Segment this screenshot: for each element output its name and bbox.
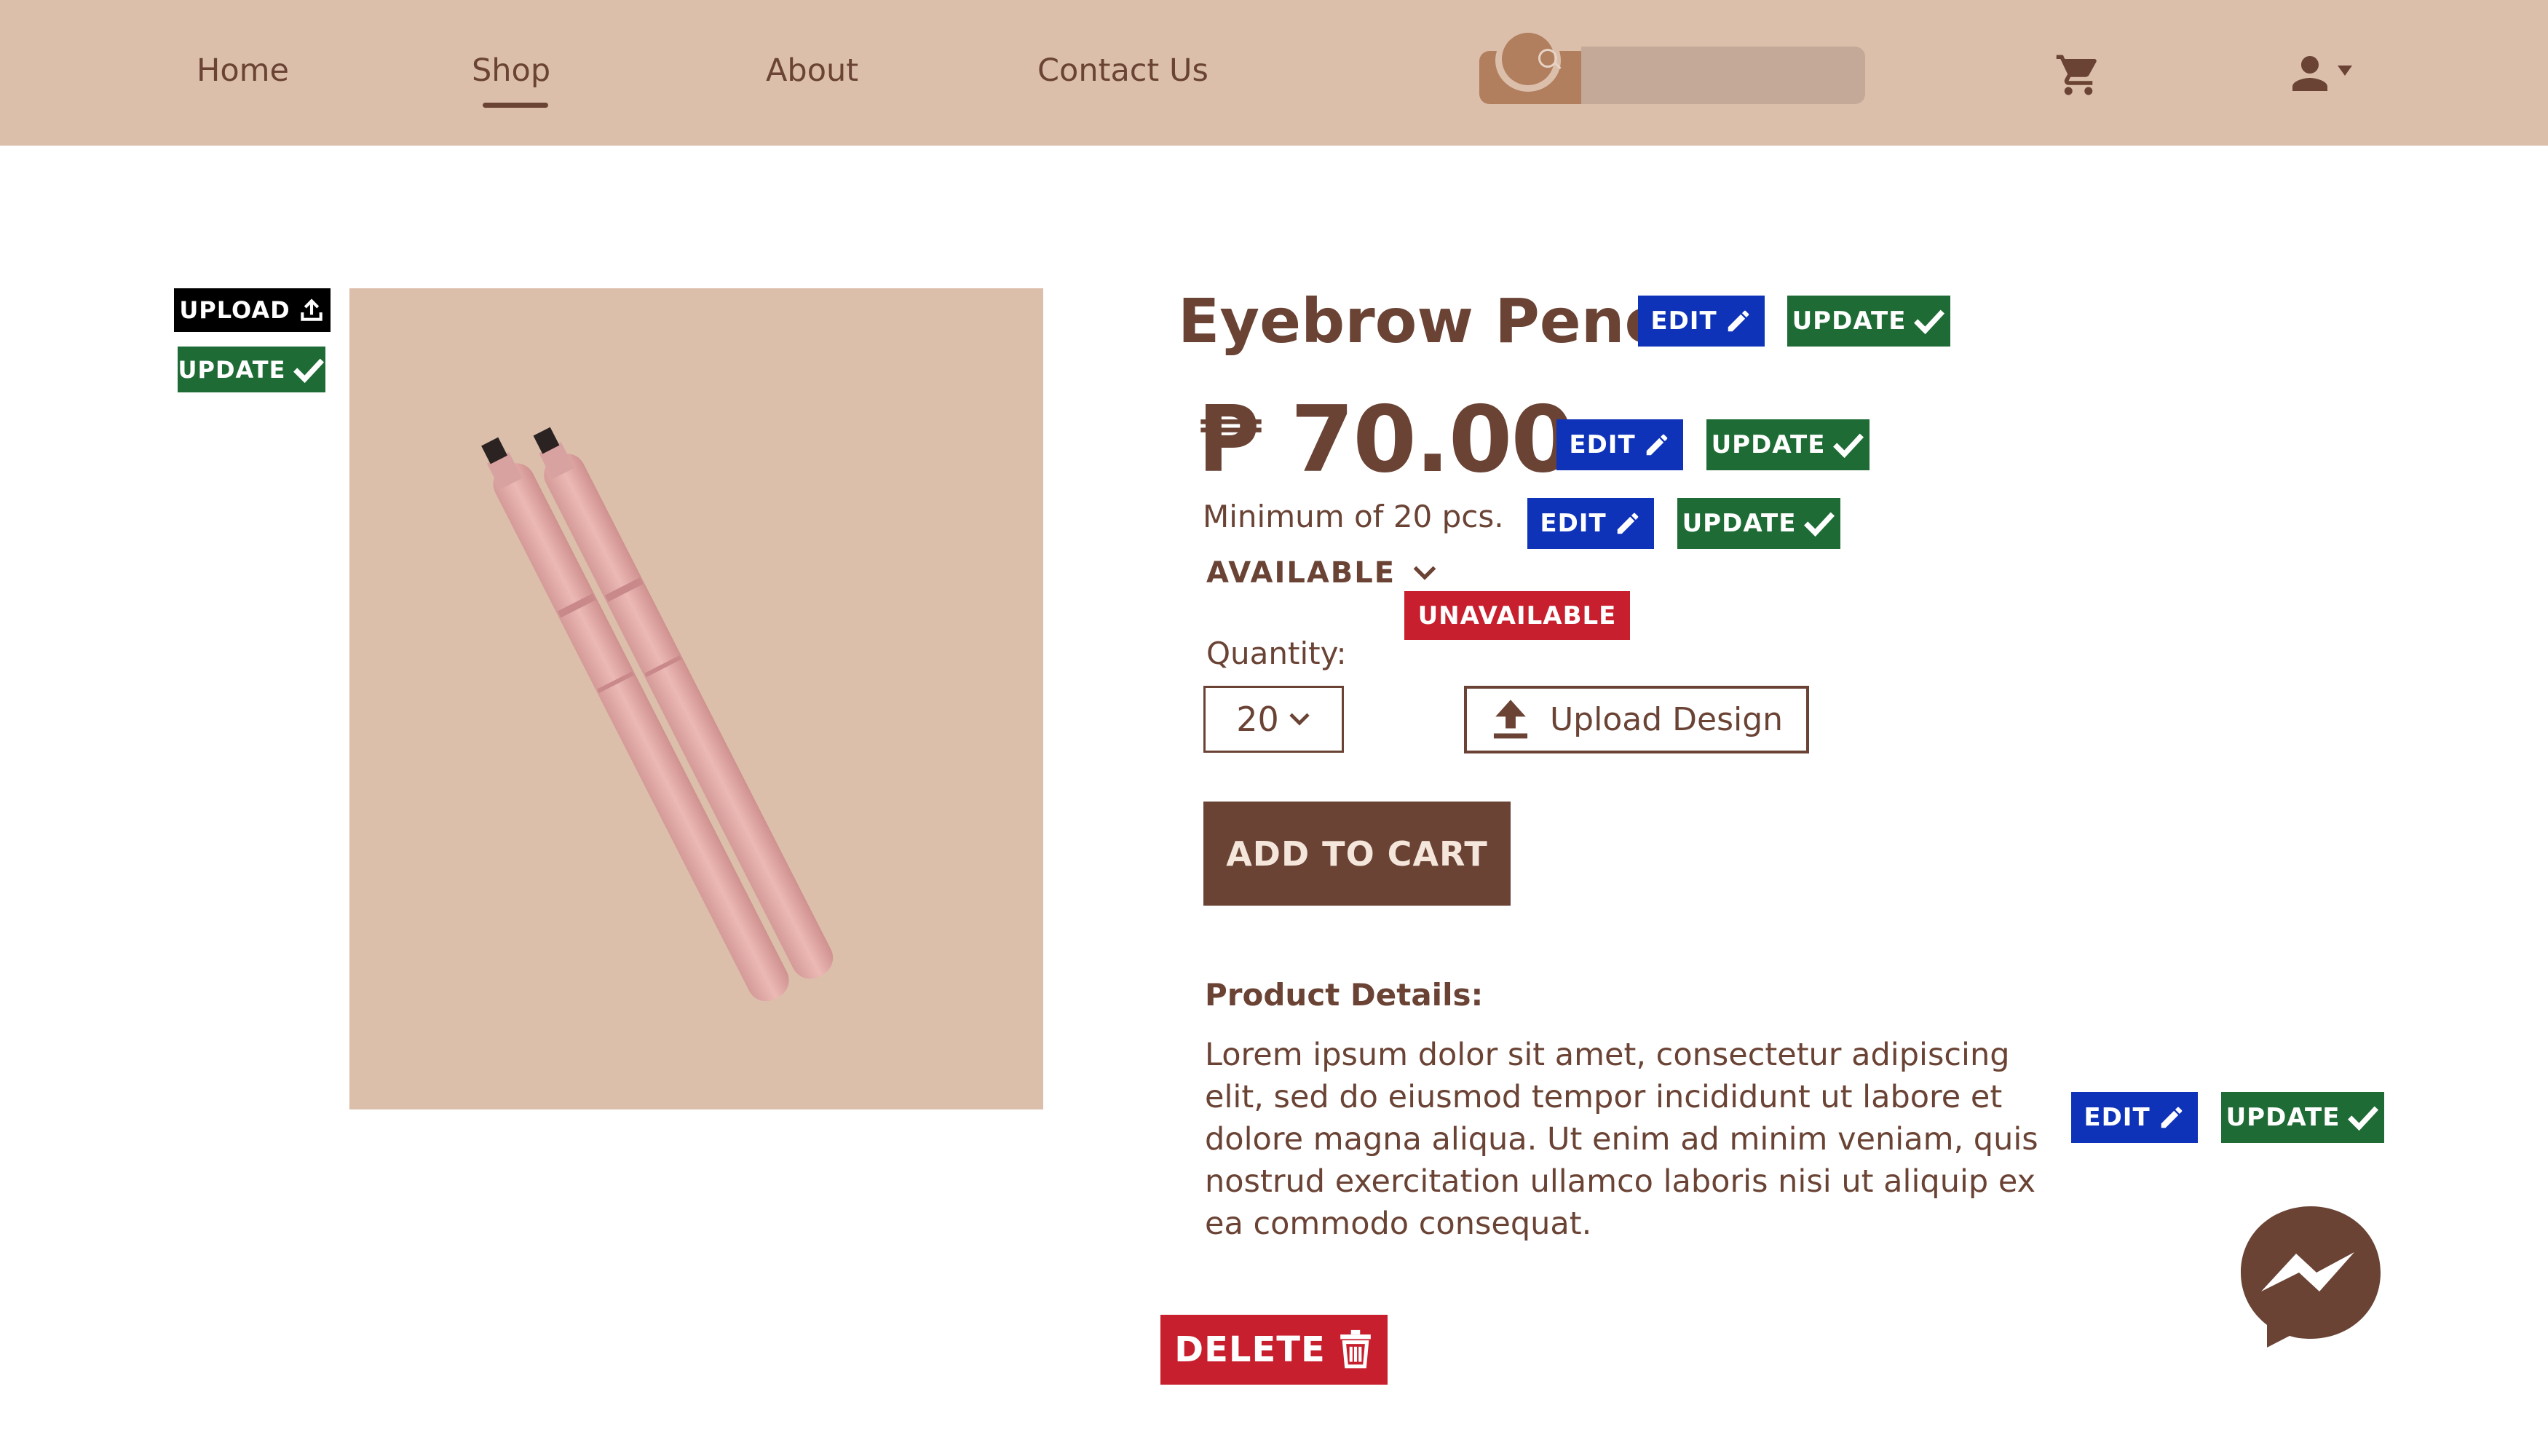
product-price: ₱ 70.00 — [1198, 386, 1575, 493]
search-input[interactable] — [1581, 47, 1865, 104]
product-details-heading: Product Details: — [1205, 977, 1484, 1013]
cart-icon[interactable] — [2054, 51, 2102, 99]
minimum-order-text: Minimum of 20 pcs. — [1203, 499, 1504, 534]
edit-label: EDIT — [1569, 430, 1636, 459]
chevron-down-icon — [1413, 566, 1436, 580]
quantity-label: Quantity: — [1206, 636, 1347, 671]
quantity-value: 20 — [1236, 700, 1279, 739]
search-box[interactable] — [1479, 29, 1865, 104]
update-details-button[interactable]: UPDATE — [2221, 1092, 2384, 1143]
unavailable-option[interactable]: UNAVAILABLE — [1404, 591, 1630, 640]
upload-design-label: Upload Design — [1549, 701, 1784, 738]
availability-value: AVAILABLE — [1206, 556, 1396, 590]
delete-product-button[interactable]: DELETE — [1160, 1315, 1388, 1385]
nav-contact-us[interactable]: Contact Us — [1037, 52, 1208, 89]
delete-label: DELETE — [1174, 1329, 1326, 1370]
pencil-icon — [2161, 1107, 2182, 1128]
checkmark-icon — [2348, 1106, 2379, 1131]
nav-home[interactable]: Home — [197, 52, 289, 89]
upload-image-button[interactable]: UPLOAD — [174, 288, 331, 332]
update-label: UPDATE — [1711, 430, 1826, 459]
nav-shop[interactable]: Shop — [472, 52, 550, 89]
update-image-label: UPDATE — [178, 355, 286, 384]
edit-title-button[interactable]: EDIT — [1638, 296, 1765, 347]
edit-label: EDIT — [1540, 509, 1607, 538]
update-title-button[interactable]: UPDATE — [1787, 296, 1950, 347]
quantity-select[interactable]: 20 — [1203, 686, 1344, 753]
update-min-order-button[interactable]: UPDATE — [1677, 498, 1840, 549]
edit-details-button[interactable]: EDIT — [2071, 1092, 2198, 1143]
messenger-icon[interactable] — [2238, 1203, 2383, 1348]
pencil-icon — [1646, 434, 1667, 456]
edit-label: EDIT — [2084, 1103, 2151, 1132]
search-icon[interactable] — [1502, 33, 1562, 85]
upload-design-button[interactable]: Upload Design — [1464, 686, 1809, 753]
update-label: UPDATE — [1792, 306, 1907, 336]
active-nav-indicator — [483, 103, 548, 108]
product-details-text: Lorem ipsum dolor sit amet, consectetur … — [1205, 1037, 2038, 1242]
user-icon — [2292, 56, 2327, 91]
add-to-cart-button[interactable]: ADD TO CART — [1203, 802, 1511, 906]
update-label: UPDATE — [1682, 509, 1797, 538]
eyebrow-pencil-illustration — [481, 427, 834, 1002]
upload-icon — [300, 298, 323, 321]
update-image-button[interactable]: UPDATE — [178, 347, 325, 392]
checkmark-icon — [1833, 433, 1864, 459]
checkmark-icon — [1804, 512, 1835, 537]
update-price-button[interactable]: UPDATE — [1706, 419, 1870, 470]
chevron-down-icon — [1289, 713, 1310, 726]
caret-down-icon — [2338, 66, 2352, 76]
availability-dropdown[interactable]: AVAILABLE — [1206, 556, 1438, 590]
checkmark-icon — [293, 358, 325, 383]
update-label: UPDATE — [2225, 1103, 2341, 1132]
product-image — [349, 288, 1043, 1109]
nav-about[interactable]: About — [766, 52, 858, 89]
trash-icon — [1340, 1329, 1371, 1369]
edit-price-button[interactable]: EDIT — [1556, 419, 1683, 470]
top-navigation-bar: Home Shop About Contact Us — [0, 0, 2548, 146]
checkmark-icon — [1914, 309, 1945, 335]
edit-label: EDIT — [1650, 306, 1717, 336]
upload-image-label: UPLOAD — [179, 296, 290, 324]
product-title: Eyebrow Pencil — [1178, 285, 1703, 357]
upload-icon — [1493, 699, 1528, 738]
user-menu[interactable] — [2288, 51, 2355, 98]
pencil-icon — [1617, 513, 1638, 534]
edit-min-order-button[interactable]: EDIT — [1527, 498, 1654, 549]
pencil-icon — [1728, 310, 1749, 332]
